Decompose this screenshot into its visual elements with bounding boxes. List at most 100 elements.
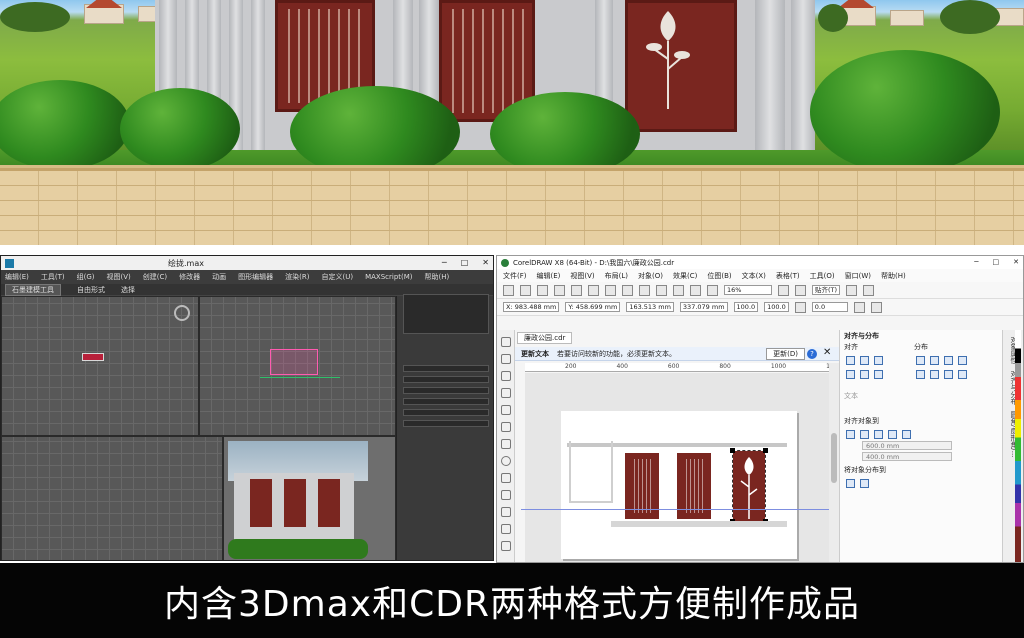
document-tab[interactable]: 廉政公园.cdr	[517, 332, 573, 344]
viewcube-icon[interactable]	[174, 305, 190, 321]
pdf-icon[interactable]	[707, 284, 718, 296]
scale-width-field[interactable]: 100.0	[733, 302, 759, 312]
rulers-icon[interactable]	[795, 284, 806, 296]
menu-item[interactable]: MAXScript(M)	[365, 273, 412, 281]
active-objects-icon[interactable]	[846, 429, 855, 439]
align-top-icon[interactable]	[846, 369, 855, 379]
zoom-select[interactable]: 16%	[724, 285, 772, 295]
viewport-left[interactable]	[1, 436, 223, 560]
design-panel-lotus[interactable]	[732, 450, 766, 522]
mirror-icon[interactable]	[853, 301, 865, 313]
menu-item[interactable]: 动画	[212, 272, 226, 282]
shadow-tool-icon[interactable]	[501, 524, 511, 534]
text-tool-icon[interactable]	[501, 490, 511, 500]
update-button[interactable]: 更新(D)	[766, 347, 805, 360]
menu-item[interactable]: 位图(B)	[707, 271, 731, 281]
menu-item[interactable]: 视图(V)	[570, 271, 594, 281]
zoom-tool-icon[interactable]	[501, 388, 511, 398]
new-document-icon[interactable]	[503, 284, 514, 296]
help-icon[interactable]: ?	[807, 349, 817, 359]
param-field[interactable]	[403, 364, 489, 372]
scroll-thumb[interactable]	[831, 433, 837, 483]
minimize-icon[interactable]: ─	[974, 256, 978, 269]
snap-to-dropdown[interactable]: 贴齐(T)	[812, 285, 841, 295]
fullscreen-icon[interactable]	[778, 284, 789, 296]
close-icon[interactable]: ✕	[1013, 256, 1019, 269]
width-field[interactable]: 163.513 mm	[626, 302, 674, 312]
paste-icon[interactable]	[605, 284, 616, 296]
param-field[interactable]	[403, 386, 489, 394]
scale-height-field[interactable]: 100.0	[764, 302, 789, 312]
page-center-icon[interactable]	[874, 429, 883, 439]
menu-item[interactable]: 工具(T)	[41, 272, 65, 282]
save-icon[interactable]	[537, 284, 548, 296]
eyedropper-tool-icon[interactable]	[501, 541, 511, 551]
page-extent-icon[interactable]	[860, 478, 869, 488]
distribute-center-icon[interactable]	[930, 355, 939, 365]
cut-icon[interactable]	[571, 284, 582, 296]
open-icon[interactable]	[520, 284, 531, 296]
menu-item[interactable]: 帮助(H)	[881, 271, 906, 281]
launch-icon[interactable]	[863, 284, 875, 296]
menu-item[interactable]: 窗口(W)	[845, 271, 871, 281]
distribute-middle-icon[interactable]	[930, 369, 939, 379]
y-position-field[interactable]: Y: 458.699 mm	[565, 302, 621, 312]
menu-item[interactable]: 布局(L)	[605, 271, 628, 281]
undo-icon[interactable]	[622, 284, 633, 296]
vertical-scrollbar[interactable]	[829, 363, 839, 562]
search-icon[interactable]	[656, 284, 667, 296]
page-edge-icon[interactable]	[860, 429, 869, 439]
menu-item[interactable]: 文件(F)	[503, 271, 527, 281]
menu-item[interactable]: 组(G)	[77, 272, 95, 282]
menu-item[interactable]: 创建(C)	[143, 272, 167, 282]
color-palette[interactable]	[1015, 330, 1021, 562]
ribbon-tab-selection[interactable]: 选择	[121, 285, 135, 295]
grid-icon[interactable]	[888, 429, 897, 439]
distribute-spacing-icon[interactable]	[944, 355, 953, 365]
lock-ratio-icon[interactable]	[794, 301, 806, 313]
viewport-front[interactable]	[199, 296, 396, 436]
rotation-field[interactable]: 0.0	[811, 302, 848, 312]
menu-item[interactable]: 渲染(R)	[285, 272, 309, 282]
align-x-field[interactable]: 600.0 mm	[862, 441, 952, 450]
shape-tool-icon[interactable]	[501, 354, 511, 364]
menu-item[interactable]: 帮助(H)	[425, 272, 450, 282]
menu-item[interactable]: 修改器	[179, 272, 200, 282]
ribbon-tab-freeform[interactable]: 自由形式	[77, 285, 105, 295]
copy-icon[interactable]	[588, 284, 599, 296]
distribute-vspacing-icon[interactable]	[944, 369, 953, 379]
viewport-top[interactable]	[1, 296, 199, 436]
menu-item[interactable]: 对象(O)	[638, 271, 663, 281]
close-icon[interactable]: ✕	[482, 256, 489, 270]
menu-item[interactable]: 自定义(U)	[321, 272, 353, 282]
align-y-field[interactable]: 400.0 mm	[862, 452, 952, 461]
wrap-icon[interactable]	[870, 301, 882, 313]
menu-item[interactable]: 视图(V)	[107, 272, 131, 282]
x-position-field[interactable]: X: 983.488 mm	[503, 302, 560, 312]
options-gear-icon[interactable]	[846, 284, 858, 296]
menu-item[interactable]: 工具(O)	[810, 271, 835, 281]
menu-item[interactable]: 图形编辑器	[238, 272, 273, 282]
selection-handle[interactable]	[730, 448, 735, 453]
param-field[interactable]	[403, 397, 489, 405]
rectangle-tool-icon[interactable]	[501, 439, 511, 449]
pick-tool-icon[interactable]	[501, 337, 511, 347]
distribute-right-icon[interactable]	[958, 355, 967, 365]
menu-item[interactable]: 效果(C)	[673, 271, 697, 281]
drawing-canvas[interactable]	[521, 373, 841, 562]
param-field[interactable]	[403, 419, 489, 427]
freehand-tool-icon[interactable]	[501, 405, 511, 415]
connector-tool-icon[interactable]	[501, 507, 511, 517]
close-infobar-icon[interactable]: ✕	[823, 348, 831, 358]
align-center-icon[interactable]	[860, 355, 869, 365]
align-bottom-icon[interactable]	[874, 369, 883, 379]
param-field[interactable]	[403, 375, 489, 383]
export-icon[interactable]	[690, 284, 701, 296]
align-middle-icon[interactable]	[860, 369, 869, 379]
artistic-media-icon[interactable]	[501, 422, 511, 432]
distribute-bottom-icon[interactable]	[958, 369, 967, 379]
redo-icon[interactable]	[639, 284, 650, 296]
polygon-tool-icon[interactable]	[501, 473, 511, 483]
crop-tool-icon[interactable]	[501, 371, 511, 381]
align-left-icon[interactable]	[846, 355, 855, 365]
